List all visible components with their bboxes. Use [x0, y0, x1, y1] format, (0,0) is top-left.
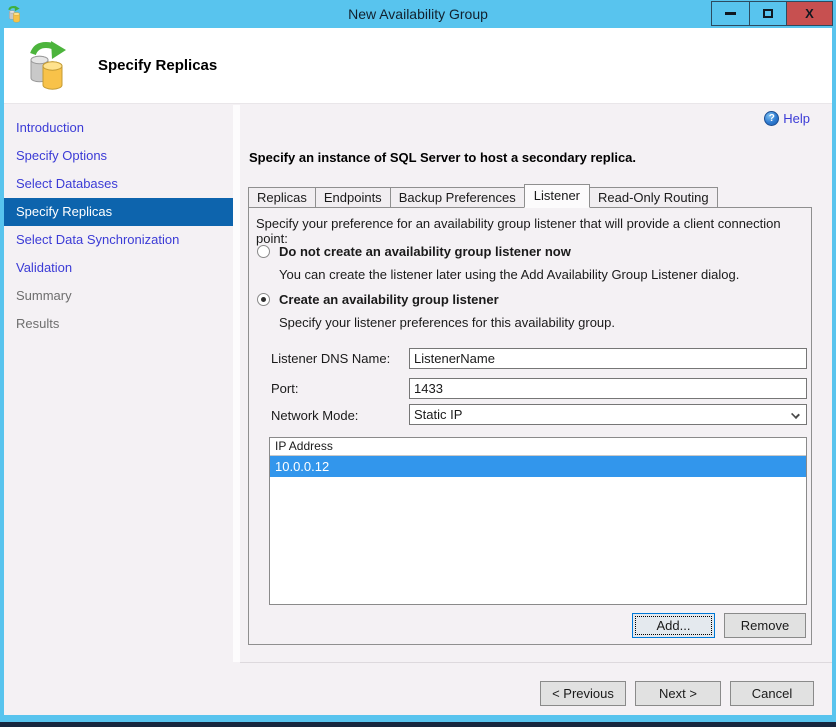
close-button[interactable]: X — [786, 2, 832, 25]
previous-button[interactable]: < Previous — [540, 681, 626, 706]
window-bottom-edge — [0, 722, 836, 727]
network-mode-value: Static IP — [414, 407, 463, 422]
tab-endpoints[interactable]: Endpoints — [314, 187, 391, 208]
help-link[interactable]: ? Help — [764, 111, 810, 126]
sidebar-item-introduction[interactable]: Introduction — [4, 114, 233, 142]
radio-create-listener[interactable]: Create an availability group listener — [257, 292, 499, 307]
window-controls: X — [711, 1, 833, 26]
maximize-button[interactable] — [749, 2, 786, 25]
port-label: Port: — [271, 381, 299, 396]
radio-create-icon[interactable] — [257, 293, 270, 306]
sidebar-item-summary: Summary — [16, 288, 72, 303]
tab-read-only-routing[interactable]: Read-Only Routing — [589, 187, 718, 208]
wizard-header: Specify Replicas — [4, 28, 832, 104]
help-label: Help — [783, 111, 810, 126]
network-mode-select[interactable]: Static IP — [409, 404, 807, 425]
sidebar-item-select-data-synchronization[interactable]: Select Data Synchronization — [4, 226, 233, 254]
radio-do-not-create-desc: You can create the listener later using … — [279, 267, 740, 282]
add-button[interactable]: Add... — [632, 613, 715, 638]
ip-address-row[interactable]: 10.0.0.12 — [270, 456, 806, 477]
replica-tabs: Replicas Endpoints Backup Preferences Li… — [248, 184, 718, 208]
tab-replicas[interactable]: Replicas — [248, 187, 316, 208]
help-icon: ? — [764, 111, 780, 126]
minimize-icon — [725, 12, 736, 15]
cancel-button[interactable]: Cancel — [730, 681, 814, 706]
sidebar-item-specify-replicas[interactable]: Specify Replicas — [4, 198, 233, 226]
close-icon: X — [805, 6, 814, 21]
listener-dns-name-input[interactable] — [409, 348, 807, 369]
replica-databases-icon — [26, 39, 74, 96]
instruction-text: Specify an instance of SQL Server to hos… — [249, 150, 637, 165]
title-bar[interactable]: New Availability Group X — [0, 0, 836, 28]
sidebar-divider — [233, 105, 240, 662]
port-input[interactable] — [409, 378, 807, 399]
ip-address-column-header[interactable]: IP Address — [270, 438, 806, 456]
new-availability-group-window: New Availability Group X Specify Replica… — [0, 0, 836, 727]
radio-create-label: Create an availability group listener — [279, 292, 499, 307]
sidebar-item-results: Results — [16, 316, 60, 331]
chevron-down-icon — [791, 410, 800, 419]
dialog-body: Specify Replicas Introduction Specify Op… — [4, 28, 832, 715]
main-content: ? Help Specify an instance of SQL Server… — [240, 105, 832, 662]
listener-intro-text: Specify your preference for an availabil… — [256, 216, 781, 246]
listener-tab-panel: Specify your preference for an availabil… — [248, 207, 812, 645]
wizard-middle: Introduction Specify Options Select Data… — [4, 105, 832, 662]
maximize-icon — [763, 9, 773, 18]
ip-address-list[interactable]: IP Address 10.0.0.12 — [269, 437, 807, 605]
radio-do-not-create-listener[interactable]: Do not create an availability group list… — [257, 244, 571, 259]
next-button[interactable]: Next > — [635, 681, 721, 706]
tab-backup-preferences[interactable]: Backup Preferences — [389, 187, 525, 208]
wizard-footer: < Previous Next > Cancel — [4, 662, 832, 715]
radio-do-not-create-icon[interactable] — [257, 245, 270, 258]
tab-listener[interactable]: Listener — [523, 184, 591, 208]
radio-do-not-create-label: Do not create an availability group list… — [279, 244, 571, 259]
network-mode-label: Network Mode: — [271, 408, 359, 423]
listener-dns-name-label: Listener DNS Name: — [271, 351, 391, 366]
sidebar-item-select-databases[interactable]: Select Databases — [4, 170, 233, 198]
remove-button[interactable]: Remove — [724, 613, 806, 638]
sidebar-item-specify-options[interactable]: Specify Options — [4, 142, 233, 170]
page-title: Specify Replicas — [98, 57, 218, 74]
wizard-steps-sidebar: Introduction Specify Options Select Data… — [4, 105, 233, 662]
radio-create-desc: Specify your listener preferences for th… — [279, 315, 615, 330]
minimize-button[interactable] — [712, 2, 749, 25]
sidebar-item-validation[interactable]: Validation — [4, 254, 233, 282]
